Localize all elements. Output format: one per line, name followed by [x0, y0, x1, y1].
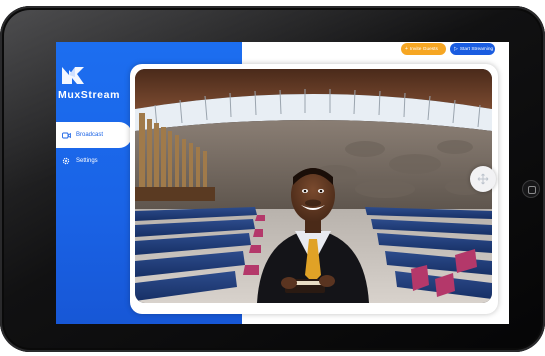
camera-icon [60, 129, 72, 141]
logo-mark-icon [62, 67, 84, 84]
sidebar-item-settings[interactable]: Settings [56, 148, 132, 174]
sidebar-item-label: Settings [76, 158, 98, 164]
brand-logo: MuxStream [58, 64, 138, 114]
move-arrows-icon [477, 173, 489, 185]
home-square-icon [528, 186, 536, 194]
app-screen: MuxStream Broadcast Settings + Invite Gu… [56, 42, 509, 324]
plus-icon: + [405, 46, 408, 52]
start-streaming-button[interactable]: ▷ Start Streaming [450, 43, 495, 55]
gear-icon [60, 155, 72, 167]
sidebar-item-label: Broadcast [76, 132, 104, 138]
invite-guests-label: Invite Guests [409, 46, 438, 52]
play-icon: ▷ [454, 46, 458, 52]
start-streaming-label: Start Streaming [459, 46, 494, 52]
home-button[interactable] [522, 180, 540, 198]
invite-guests-button[interactable]: + Invite Guests [401, 43, 446, 55]
broadcast-card [130, 64, 498, 314]
sidebar-item-broadcast[interactable]: Broadcast [56, 122, 132, 148]
controls-toggle-button[interactable] [470, 166, 496, 192]
brand-name: MuxStream [58, 89, 121, 101]
church-scene-image [135, 69, 492, 303]
top-action-bar: + Invite Guests ▷ Start Streaming [401, 43, 495, 55]
video-preview[interactable] [135, 69, 492, 303]
